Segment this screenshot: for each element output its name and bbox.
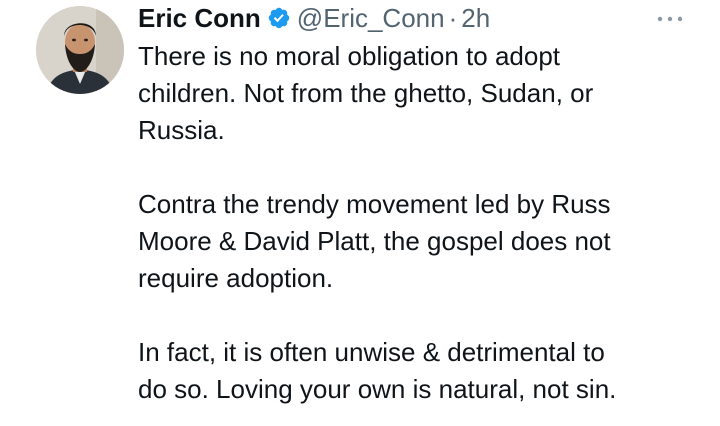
more-options-icon[interactable]	[652, 8, 688, 30]
tweet-paragraph: Contra the trendy movement led by Russ M…	[138, 189, 611, 293]
separator-dot: ·	[448, 3, 458, 33]
author-handle[interactable]: @Eric_Conn	[297, 2, 445, 34]
author-display-name[interactable]: Eric Conn	[138, 2, 261, 34]
tweet-header: Eric Conn @Eric_Conn · 2h	[138, 2, 490, 34]
verified-badge-icon[interactable]	[267, 6, 291, 30]
tweet[interactable]: Eric Conn @Eric_Conn · 2h There is no mo…	[0, 0, 720, 426]
tweet-paragraph: There is no moral obligation to adopt ch…	[138, 41, 594, 145]
avatar-image	[36, 6, 124, 94]
tweet-timestamp[interactable]: 2h	[461, 2, 490, 34]
tweet-text: There is no moral obligation to adopt ch…	[138, 38, 708, 408]
tweet-paragraph: In fact, it is often unwise & detrimenta…	[138, 337, 617, 404]
avatar[interactable]	[36, 6, 124, 94]
